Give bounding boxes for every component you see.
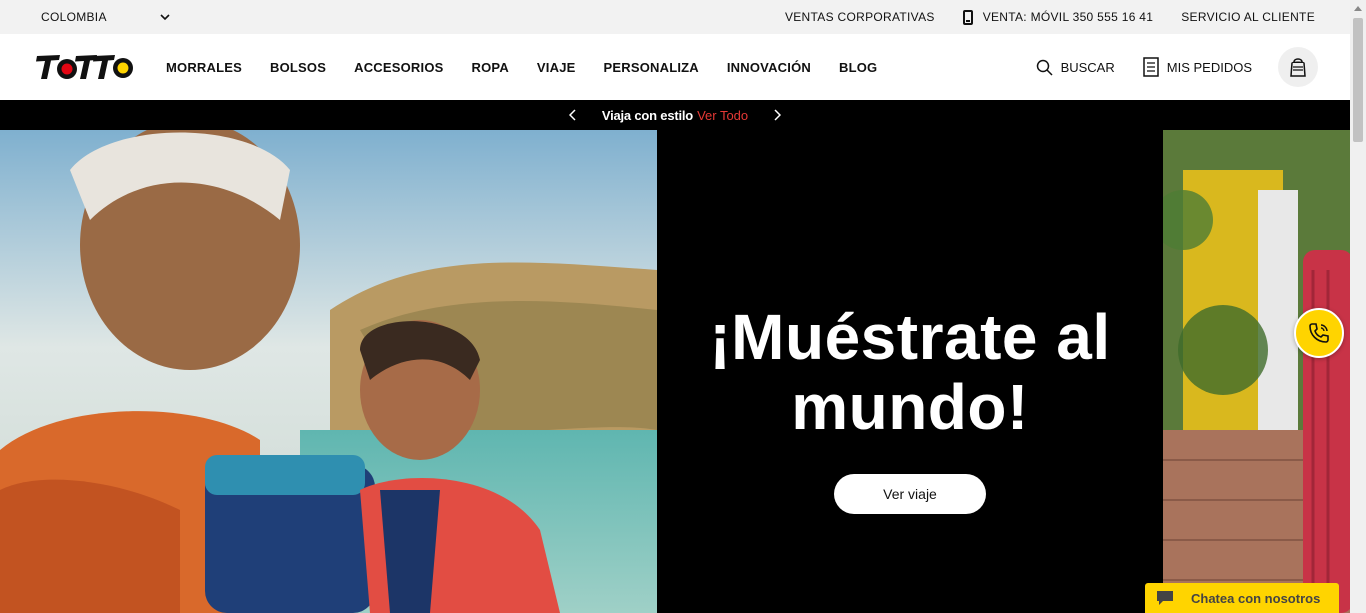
main-nav: MORRALES BOLSOS ACCESORIOS ROPA VIAJE PE… (166, 34, 905, 100)
ver-viaje-button[interactable]: Ver viaje (834, 474, 986, 514)
promo-message: Viaja con estilo Ver Todo (602, 108, 748, 123)
mobile-sales-link[interactable]: VENTA: MÓVIL 350 555 16 41 (962, 9, 1154, 25)
hero-headline: ¡Muéstrate al mundo! (709, 301, 1111, 443)
search-label: BUSCAR (1060, 59, 1115, 75)
chat-widget[interactable]: Chatea con nosotros (1145, 583, 1339, 613)
header-actions: BUSCAR MIS PEDIDOS (1036, 34, 1318, 100)
nav-bolsos[interactable]: BOLSOS (270, 60, 326, 75)
country-selector[interactable]: COLOMBIA (41, 0, 171, 34)
country-label: COLOMBIA (41, 10, 107, 24)
nav-morrales[interactable]: MORRALES (166, 60, 242, 75)
orders-icon (1143, 57, 1159, 77)
bag-icon (1290, 58, 1306, 77)
customer-service-link[interactable]: SERVICIO AL CLIENTE (1181, 10, 1315, 24)
promo-link[interactable]: Ver Todo (697, 108, 748, 123)
chevron-left-icon[interactable] (566, 109, 580, 121)
hero-travel-image (0, 130, 657, 613)
page-scrollbar[interactable] (1350, 0, 1366, 613)
call-icon (1309, 323, 1329, 343)
call-button[interactable] (1294, 308, 1344, 358)
chevron-right-icon[interactable] (770, 109, 784, 121)
promo-text: Viaja con estilo (601, 107, 694, 123)
nav-blog[interactable]: BLOG (839, 60, 877, 75)
nav-accesorios[interactable]: ACCESORIOS (354, 60, 443, 75)
top-utility-bar: COLOMBIA VENTAS CORPORATIVAS VENTA: MÓVI… (0, 0, 1350, 34)
search-button[interactable]: BUSCAR (1036, 59, 1115, 76)
nav-viaje[interactable]: VIAJE (537, 60, 576, 75)
scroll-up-arrow-icon[interactable] (1350, 0, 1366, 16)
promo-strip: Viaja con estilo Ver Todo (0, 100, 1350, 130)
search-icon (1036, 59, 1053, 76)
phone-icon (962, 9, 973, 25)
nav-ropa[interactable]: ROPA (472, 60, 509, 75)
hero-luggage-image (1163, 130, 1350, 613)
scrollbar-thumb[interactable] (1353, 18, 1363, 142)
totto-logo[interactable] (34, 51, 136, 83)
chat-icon (1157, 591, 1173, 605)
hero-banner: ¡Muéstrate al mundo! Ver viaje (0, 130, 1350, 613)
main-header: MORRALES BOLSOS ACCESORIOS ROPA VIAJE PE… (0, 34, 1350, 100)
nav-innovacion[interactable]: INNOVACIÓN (727, 60, 811, 75)
hero-text-panel: ¡Muéstrate al mundo! Ver viaje (657, 130, 1163, 613)
orders-label: MIS PEDIDOS (1166, 59, 1252, 75)
chat-label: Chatea con nosotros (1191, 590, 1321, 606)
top-links: VENTAS CORPORATIVAS VENTA: MÓVIL 350 555… (785, 0, 1315, 34)
chevron-down-icon (160, 14, 170, 21)
orders-button[interactable]: MIS PEDIDOS (1143, 57, 1252, 77)
cart-button[interactable] (1278, 47, 1318, 87)
nav-personaliza[interactable]: PERSONALIZA (604, 60, 699, 75)
corporate-sales-link[interactable]: VENTAS CORPORATIVAS (785, 10, 935, 24)
